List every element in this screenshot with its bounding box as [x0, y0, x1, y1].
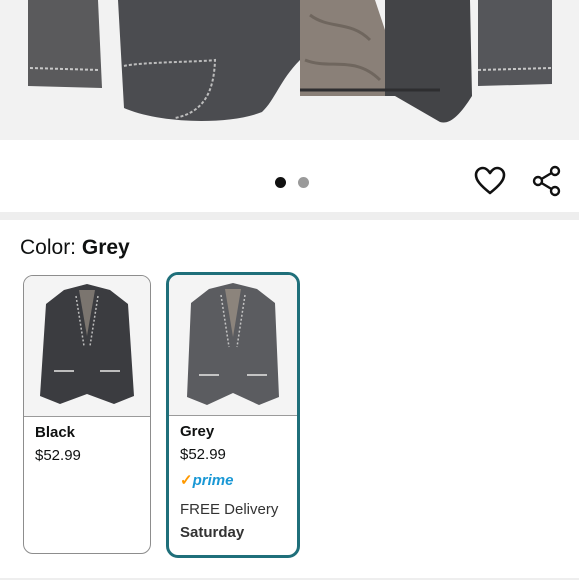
prime-text: prime	[192, 472, 234, 489]
carousel-dot[interactable]	[298, 177, 309, 188]
swatch-price: $52.99	[35, 447, 81, 464]
swatch-price: $52.99	[180, 446, 226, 463]
swatch-name: Black	[35, 424, 76, 441]
carousel-controls	[0, 140, 579, 212]
color-swatch-grey[interactable]: Grey $52.99 ✓prime FREE Delivery Saturda…	[166, 272, 300, 558]
swatch-image	[24, 276, 150, 417]
color-label: Color:	[20, 236, 82, 259]
color-swatch-black[interactable]: Black $52.99	[23, 275, 151, 554]
prime-check-icon: ✓	[180, 472, 193, 489]
color-selector-label: Color: Grey	[20, 236, 130, 260]
section-divider	[0, 212, 579, 220]
product-image-carousel[interactable]	[0, 0, 579, 140]
share-button[interactable]	[530, 164, 564, 198]
swatch-image	[169, 275, 297, 416]
swatch-name: Grey	[180, 423, 215, 440]
share-icon	[532, 165, 561, 197]
carousel-dot-active[interactable]	[275, 177, 286, 188]
heart-outline-icon	[474, 166, 506, 195]
delivery-label: FREE Delivery	[180, 501, 279, 518]
delivery-day: Saturday	[180, 524, 245, 541]
product-image	[28, 0, 553, 123]
selected-color-value: Grey	[81, 236, 130, 259]
wishlist-button[interactable]	[473, 164, 507, 198]
prime-badge: ✓prime	[180, 471, 233, 489]
